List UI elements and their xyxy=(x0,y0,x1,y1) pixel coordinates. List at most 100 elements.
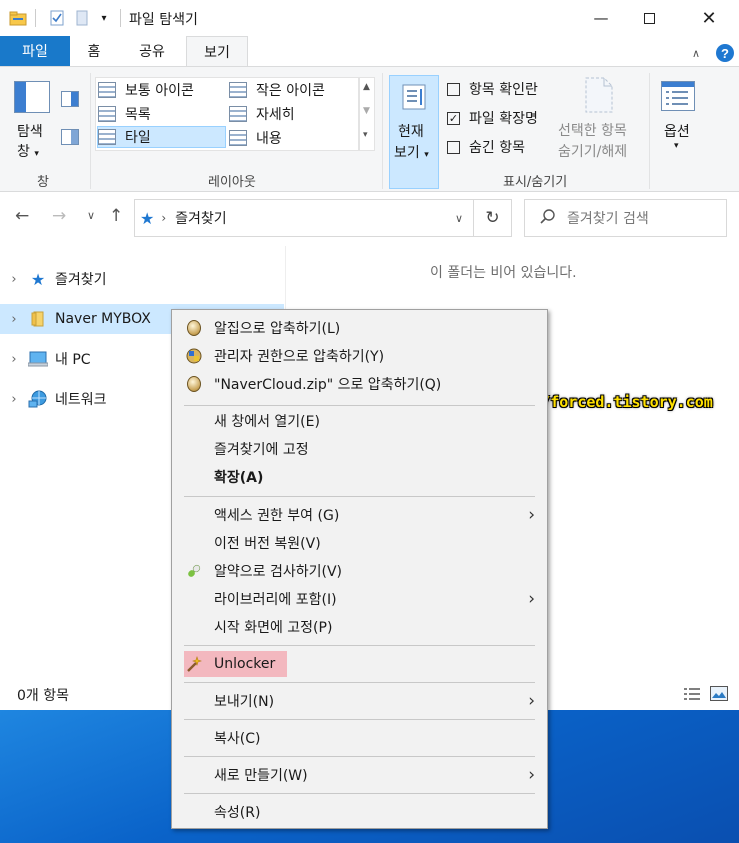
customize-quick-access-icon[interactable]: ▾ xyxy=(97,8,111,28)
tab-view[interactable]: 보기 xyxy=(186,36,248,66)
collapse-ribbon-icon[interactable]: ∧ xyxy=(692,44,700,62)
details-view-icon[interactable] xyxy=(683,687,701,705)
large-icons-view-icon[interactable] xyxy=(710,686,728,705)
address-dropdown-icon[interactable]: ∨ xyxy=(455,212,463,225)
refresh-button[interactable]: ↻ xyxy=(474,199,512,237)
preview-pane-icon[interactable] xyxy=(61,91,79,111)
item-checkboxes-box[interactable] xyxy=(447,82,460,96)
forward-arrow-icon[interactable]: → xyxy=(52,206,66,226)
expand-chevron-icon[interactable]: › xyxy=(0,352,28,367)
hidden-items-toggle[interactable]: 숨긴 항목 xyxy=(447,137,525,157)
item-checkboxes-toggle[interactable]: 항목 확인란 xyxy=(447,79,538,99)
current-view-label-1: 현재 xyxy=(398,124,424,140)
menu-item-expand[interactable]: 확장(A) xyxy=(174,463,545,491)
properties-quick-icon[interactable] xyxy=(46,8,68,28)
current-view-label-2: 보기 ▾ xyxy=(394,145,429,161)
details-pane-icon[interactable] xyxy=(61,129,79,149)
menu-item-pin-start[interactable]: 시작 화면에 고정(P) xyxy=(174,613,545,641)
layout-small-icons[interactable]: 작은 아이콘 xyxy=(229,79,325,101)
menu-item-compress-to-zip[interactable]: "NaverCloud.zip" 으로 압축하기(Q) xyxy=(174,370,545,398)
breadcrumb-chevron-icon[interactable]: › xyxy=(161,211,166,225)
ribbon-divider xyxy=(649,73,650,189)
navigation-pane-label-2[interactable]: 창 ▾ xyxy=(17,141,39,161)
navigation-pane-label-1[interactable]: 탐색 xyxy=(17,121,43,141)
star-icon: ★ xyxy=(30,269,46,289)
expand-gallery-icon[interactable]: ▾ xyxy=(363,130,368,140)
layout-list[interactable]: 목록 xyxy=(98,103,151,125)
menu-item-alyac-scan[interactable]: 알약으로 검사하기(V) xyxy=(174,557,545,585)
expand-chevron-icon[interactable]: › xyxy=(0,312,28,327)
search-icon xyxy=(540,208,555,228)
menu-item-label: 새로 만들기(W) xyxy=(214,768,308,784)
layout-tiles[interactable]: 타일 xyxy=(97,126,226,148)
help-icon[interactable]: ? xyxy=(715,44,735,62)
maximize-button[interactable] xyxy=(626,0,672,36)
tab-share[interactable]: 공유 xyxy=(118,36,186,66)
menu-item-properties[interactable]: 속성(R) xyxy=(174,798,545,826)
layout-medium-icons[interactable]: 보통 아이콘 xyxy=(98,79,194,101)
ribbon-divider xyxy=(382,73,383,189)
submenu-arrow-icon: › xyxy=(528,589,535,609)
hide-selected-label-2[interactable]: 숨기기/해제 xyxy=(558,141,627,161)
menu-item-label: 알집으로 압축하기(L) xyxy=(214,321,341,337)
hidden-items-box[interactable] xyxy=(447,140,460,154)
layout-group-label: 레이아웃 xyxy=(208,175,256,190)
menu-item-label: 새 창에서 열기(E) xyxy=(214,414,320,430)
current-view-icon xyxy=(402,84,426,114)
folder-icon xyxy=(28,311,48,327)
current-view-button[interactable]: 현재 보기 ▾ xyxy=(389,75,439,189)
nav-item-label: 즐겨찾기 xyxy=(55,272,107,288)
layout-details[interactable]: 자세히 xyxy=(229,103,295,125)
menu-item-admin-compress[interactable]: 관리자 권한으로 압축하기(Y) xyxy=(174,342,545,370)
address-bar[interactable]: ★ › 즐겨찾기 ∨ xyxy=(134,199,474,237)
hide-selected-icon[interactable] xyxy=(584,77,614,117)
item-checkboxes-label: 항목 확인란 xyxy=(469,82,538,98)
ribbon-divider xyxy=(90,73,91,189)
options-dropdown-icon[interactable]: ▾ xyxy=(674,141,679,151)
menu-item-open-new-window[interactable]: 새 창에서 열기(E) xyxy=(174,407,545,435)
recent-locations-icon[interactable]: ∨ xyxy=(87,209,95,222)
tab-file[interactable]: 파일 xyxy=(0,36,70,66)
hidden-items-label: 숨긴 항목 xyxy=(469,140,525,156)
menu-item-label: 즐겨찾기에 고정 xyxy=(214,442,309,458)
menu-item-label: Unlocker xyxy=(214,656,276,672)
scroll-up-icon[interactable]: ▲ xyxy=(363,82,370,92)
options-label[interactable]: 옵션 xyxy=(664,121,690,141)
menu-item-include-library[interactable]: 라이브러리에 포함(I) › xyxy=(174,585,545,613)
nav-item-quick-access[interactable]: › ★ 즐겨찾기 xyxy=(0,264,284,294)
menu-item-label: 라이브러리에 포함(I) xyxy=(214,592,337,608)
admin-compress-icon xyxy=(185,347,203,365)
new-folder-quick-icon[interactable] xyxy=(72,8,92,28)
up-arrow-icon[interactable]: ↑ xyxy=(109,206,123,226)
menu-item-alzip-compress[interactable]: 알집으로 압축하기(L) xyxy=(174,314,545,342)
tab-home[interactable]: 홈 xyxy=(70,36,118,66)
layout-content[interactable]: 내용 xyxy=(229,127,282,149)
options-icon[interactable] xyxy=(661,81,695,115)
menu-separator xyxy=(184,756,535,757)
back-arrow-icon[interactable]: ← xyxy=(15,206,29,226)
menu-item-give-access[interactable]: 액세스 권한 부여 (G) › xyxy=(174,501,545,529)
scroll-down-icon[interactable]: ▼ xyxy=(363,106,370,116)
navigation-pane-icon[interactable] xyxy=(14,81,50,117)
layout-gallery-scroll[interactable]: ▲ ▼ ▾ xyxy=(359,77,375,151)
file-extensions-toggle[interactable]: ✓ 파일 확장명 xyxy=(447,108,538,128)
file-extensions-box[interactable]: ✓ xyxy=(447,111,460,125)
close-button[interactable]: ✕ xyxy=(686,0,732,36)
expand-chevron-icon[interactable]: › xyxy=(0,272,28,287)
nav-item-label: Naver MYBOX xyxy=(55,311,151,327)
minimize-button[interactable]: — xyxy=(578,0,624,36)
menu-item-pin-quick-access[interactable]: 즐겨찾기에 고정 xyxy=(174,435,545,463)
menu-separator xyxy=(184,719,535,720)
menu-item-restore-previous[interactable]: 이전 버전 복원(V) xyxy=(174,529,545,557)
nav-item-label: 내 PC xyxy=(55,352,91,368)
breadcrumb[interactable]: 즐겨찾기 xyxy=(175,208,227,228)
alyac-icon xyxy=(185,562,203,580)
expand-chevron-icon[interactable]: › xyxy=(0,392,28,407)
menu-item-new[interactable]: 새로 만들기(W) › xyxy=(174,761,545,789)
menu-item-send-to[interactable]: 보내기(N) › xyxy=(174,687,545,715)
pc-icon xyxy=(28,351,48,367)
hide-selected-label-1[interactable]: 선택한 항목 xyxy=(558,120,627,140)
menu-item-copy[interactable]: 복사(C) xyxy=(174,724,545,752)
menu-item-unlocker[interactable]: Unlocker xyxy=(174,650,545,678)
search-box[interactable]: 즐겨찾기 검색 xyxy=(524,199,727,237)
